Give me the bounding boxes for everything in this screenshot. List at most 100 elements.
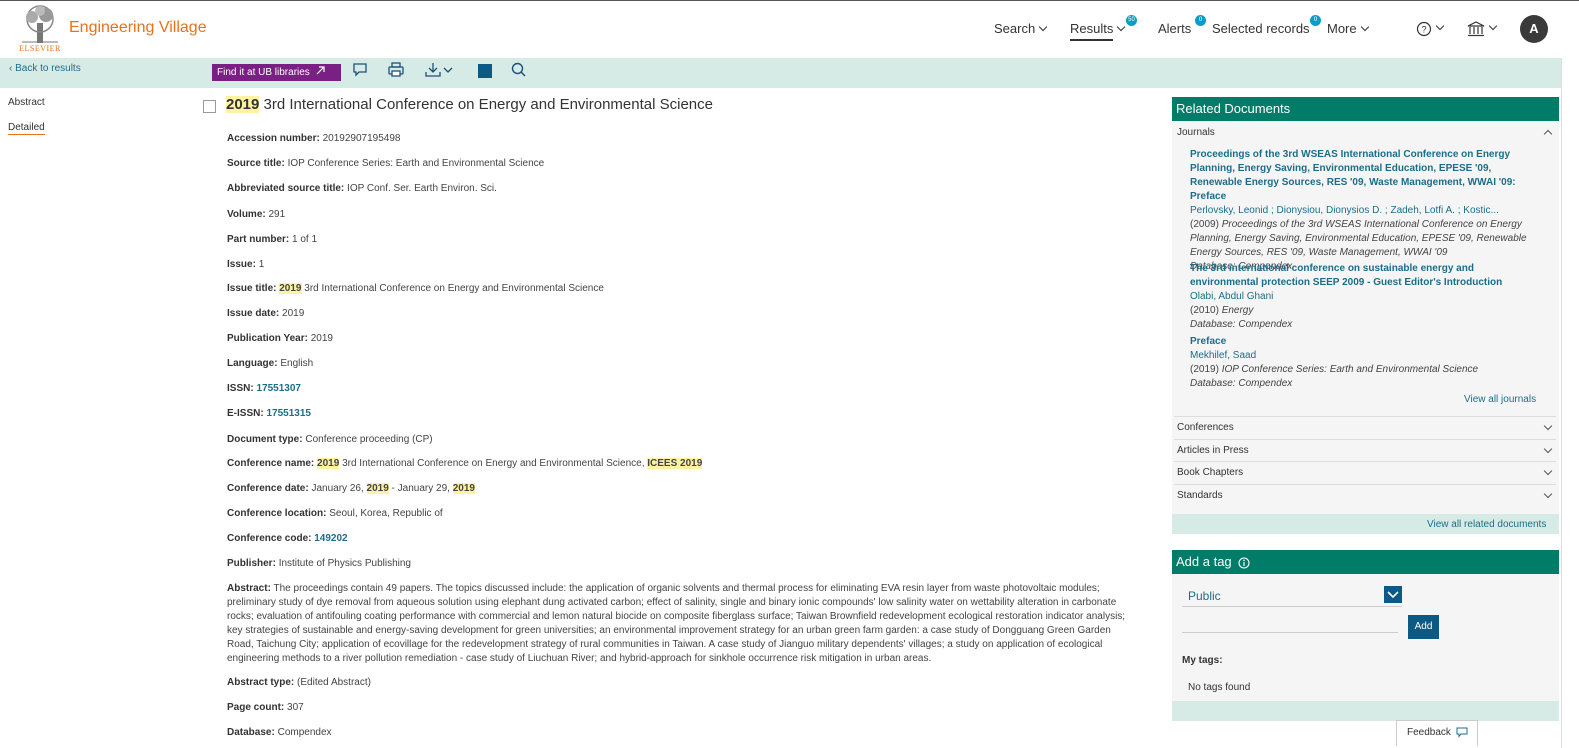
field-value: Institute of Physics Publishing [278, 558, 411, 569]
issn: ISSN: 17551307 [227, 383, 301, 394]
book-chapters-section-toggle[interactable]: Book Chapters [1177, 467, 1243, 478]
field-value: Conference proceeding (CP) [305, 434, 433, 445]
conference-code-link[interactable]: 149202 [314, 533, 347, 544]
conference-name: Conference name: 2019 3rd International … [227, 458, 703, 469]
highlight: ICEES 2019 [647, 458, 703, 469]
comment-icon[interactable] [351, 61, 369, 79]
leftnav-abstract[interactable]: Abstract [8, 97, 45, 108]
related-item-authors[interactable]: Mekhilef, Saad [1190, 349, 1540, 363]
volume: Volume: 291 [227, 209, 285, 220]
elsevier-wordmark: ELSEVIER [19, 44, 61, 53]
related-item-source-title: IOP Conference Series: Earth and Environ… [1221, 364, 1479, 375]
find-it-label: Find it at UB libraries [217, 67, 310, 78]
field-label: Language: [227, 358, 278, 369]
add-tag-button[interactable]: Add [1408, 615, 1439, 639]
field-value: January 26, [311, 483, 364, 494]
view-all-journals-link[interactable]: View all journals [1464, 394, 1536, 405]
tag-select-toggle[interactable] [1384, 586, 1402, 603]
field-label: Issue title: [227, 283, 277, 294]
save-folder-icon[interactable] [476, 61, 494, 79]
field-label: Page count: [227, 702, 285, 713]
related-item-title[interactable]: Proceedings of the 3rd WSEAS Internation… [1190, 148, 1540, 204]
field-value: 2019 [282, 308, 305, 319]
help-menu[interactable]: ? [1416, 20, 1445, 37]
nav-results-label: Results [1070, 21, 1114, 41]
field-value: - January 29, [391, 483, 450, 494]
highlight: 2019 [279, 283, 302, 294]
search-icon[interactable] [510, 61, 528, 79]
scrollbar-track[interactable] [1561, 58, 1562, 748]
tag-input[interactable] [1182, 613, 1398, 633]
related-item-year: (2019) [1190, 364, 1219, 375]
highlight: 2019 [317, 458, 340, 469]
elsevier-logo[interactable]: ELSEVIER [18, 5, 62, 53]
field-value: IOP Conference Series: Earth and Environ… [287, 158, 545, 169]
conferences-section-toggle[interactable]: Conferences [1177, 422, 1234, 433]
svg-text:?: ? [1421, 24, 1426, 34]
alerts-badge: 0 [1195, 15, 1206, 26]
feedback-button[interactable]: Feedback [1396, 720, 1478, 746]
related-item-source: (2019) IOP Conference Series: Earth and … [1190, 363, 1540, 377]
find-it-button[interactable]: Find it at UB libraries [212, 64, 341, 81]
print-icon[interactable] [387, 61, 405, 79]
eissn-link[interactable]: 17551315 [266, 408, 311, 419]
issn-link[interactable]: 17551307 [256, 383, 301, 394]
chevron-down-icon [1488, 21, 1498, 31]
nav-selected-label: Selected records [1212, 21, 1310, 36]
app-header: ELSEVIER Engineering Village Search Resu… [0, 1, 1579, 58]
accession-number: Accession number: 20192907195498 [227, 133, 400, 144]
back-to-results-link[interactable]: ‹ Back to results [9, 63, 81, 74]
feedback-label: Feedback [1407, 727, 1451, 738]
field-label: Issue: [227, 259, 256, 270]
source-title: Source title: IOP Conference Series: Ear… [227, 158, 544, 169]
download-icon[interactable] [424, 61, 442, 79]
no-tags-text: No tags found [1188, 682, 1251, 693]
nav-more[interactable]: More [1327, 21, 1369, 36]
leftnav-detailed[interactable]: Detailed [8, 122, 45, 135]
user-avatar[interactable]: A [1520, 15, 1548, 43]
comment-icon [1456, 727, 1468, 738]
field-label: Conference code: [227, 533, 312, 544]
field-value: 20192907195498 [322, 133, 401, 144]
field-label: Publisher: [227, 558, 276, 569]
conference-code: Conference code: 149202 [227, 533, 348, 544]
related-item-source-title: Energy [1221, 305, 1254, 316]
related-item-source: (2009) Proceedings of the 3rd WSEAS Inte… [1190, 218, 1540, 260]
record-toolbar: ‹ Back to results Find it at UB librarie… [0, 58, 1561, 88]
page-count: Page count: 307 [227, 702, 304, 713]
add-tag-footer [1172, 701, 1559, 721]
standards-section-toggle[interactable]: Standards [1177, 490, 1223, 501]
articles-in-press-section-toggle[interactable]: Articles in Press [1177, 445, 1249, 456]
related-item-authors[interactable]: Perlovsky, Leonid ; Dionysiou, Dionysios… [1190, 204, 1520, 218]
field-value: 1 [258, 259, 265, 270]
field-value: 307 [287, 702, 304, 713]
info-icon[interactable] [1238, 557, 1250, 569]
divider [1174, 416, 1556, 417]
chevron-down-icon[interactable] [441, 61, 455, 79]
nav-alerts[interactable]: Alerts 0 [1158, 15, 1206, 36]
tree-logo-icon [22, 5, 58, 43]
field-label: Part number: [227, 234, 290, 245]
issue: Issue: 1 [227, 259, 264, 270]
select-record-checkbox[interactable] [203, 100, 216, 113]
institution-menu[interactable] [1467, 20, 1498, 37]
view-all-related-link[interactable]: View all related documents [1427, 519, 1546, 530]
journals-section-toggle[interactable]: Journals [1177, 127, 1215, 138]
nav-results[interactable]: Results 50 [1070, 15, 1137, 41]
related-item-title[interactable]: The 3rd international conference on sust… [1190, 262, 1540, 290]
field-value: (Edited Abstract) [297, 677, 371, 688]
nav-selected-records[interactable]: Selected records 0 [1212, 15, 1321, 36]
field-label: Source title: [227, 158, 285, 169]
related-journal-item: Preface Mekhilef, Saad (2019) IOP Confer… [1190, 335, 1540, 391]
highlight: 2019 [366, 483, 389, 494]
field-label: Database: [227, 727, 275, 738]
related-item-authors[interactable]: Olabi, Abdul Ghani [1190, 290, 1540, 304]
brand-name[interactable]: Engineering Village [69, 19, 207, 37]
field-value: English [280, 358, 314, 369]
nav-search[interactable]: Search [994, 21, 1048, 36]
related-item-title[interactable]: Preface [1190, 335, 1540, 349]
title-year-highlight: 2019 [226, 96, 260, 113]
field-label: Issue date: [227, 308, 280, 319]
field-value: 2019 [310, 333, 333, 344]
tag-visibility-select[interactable]: Public [1182, 587, 1402, 607]
